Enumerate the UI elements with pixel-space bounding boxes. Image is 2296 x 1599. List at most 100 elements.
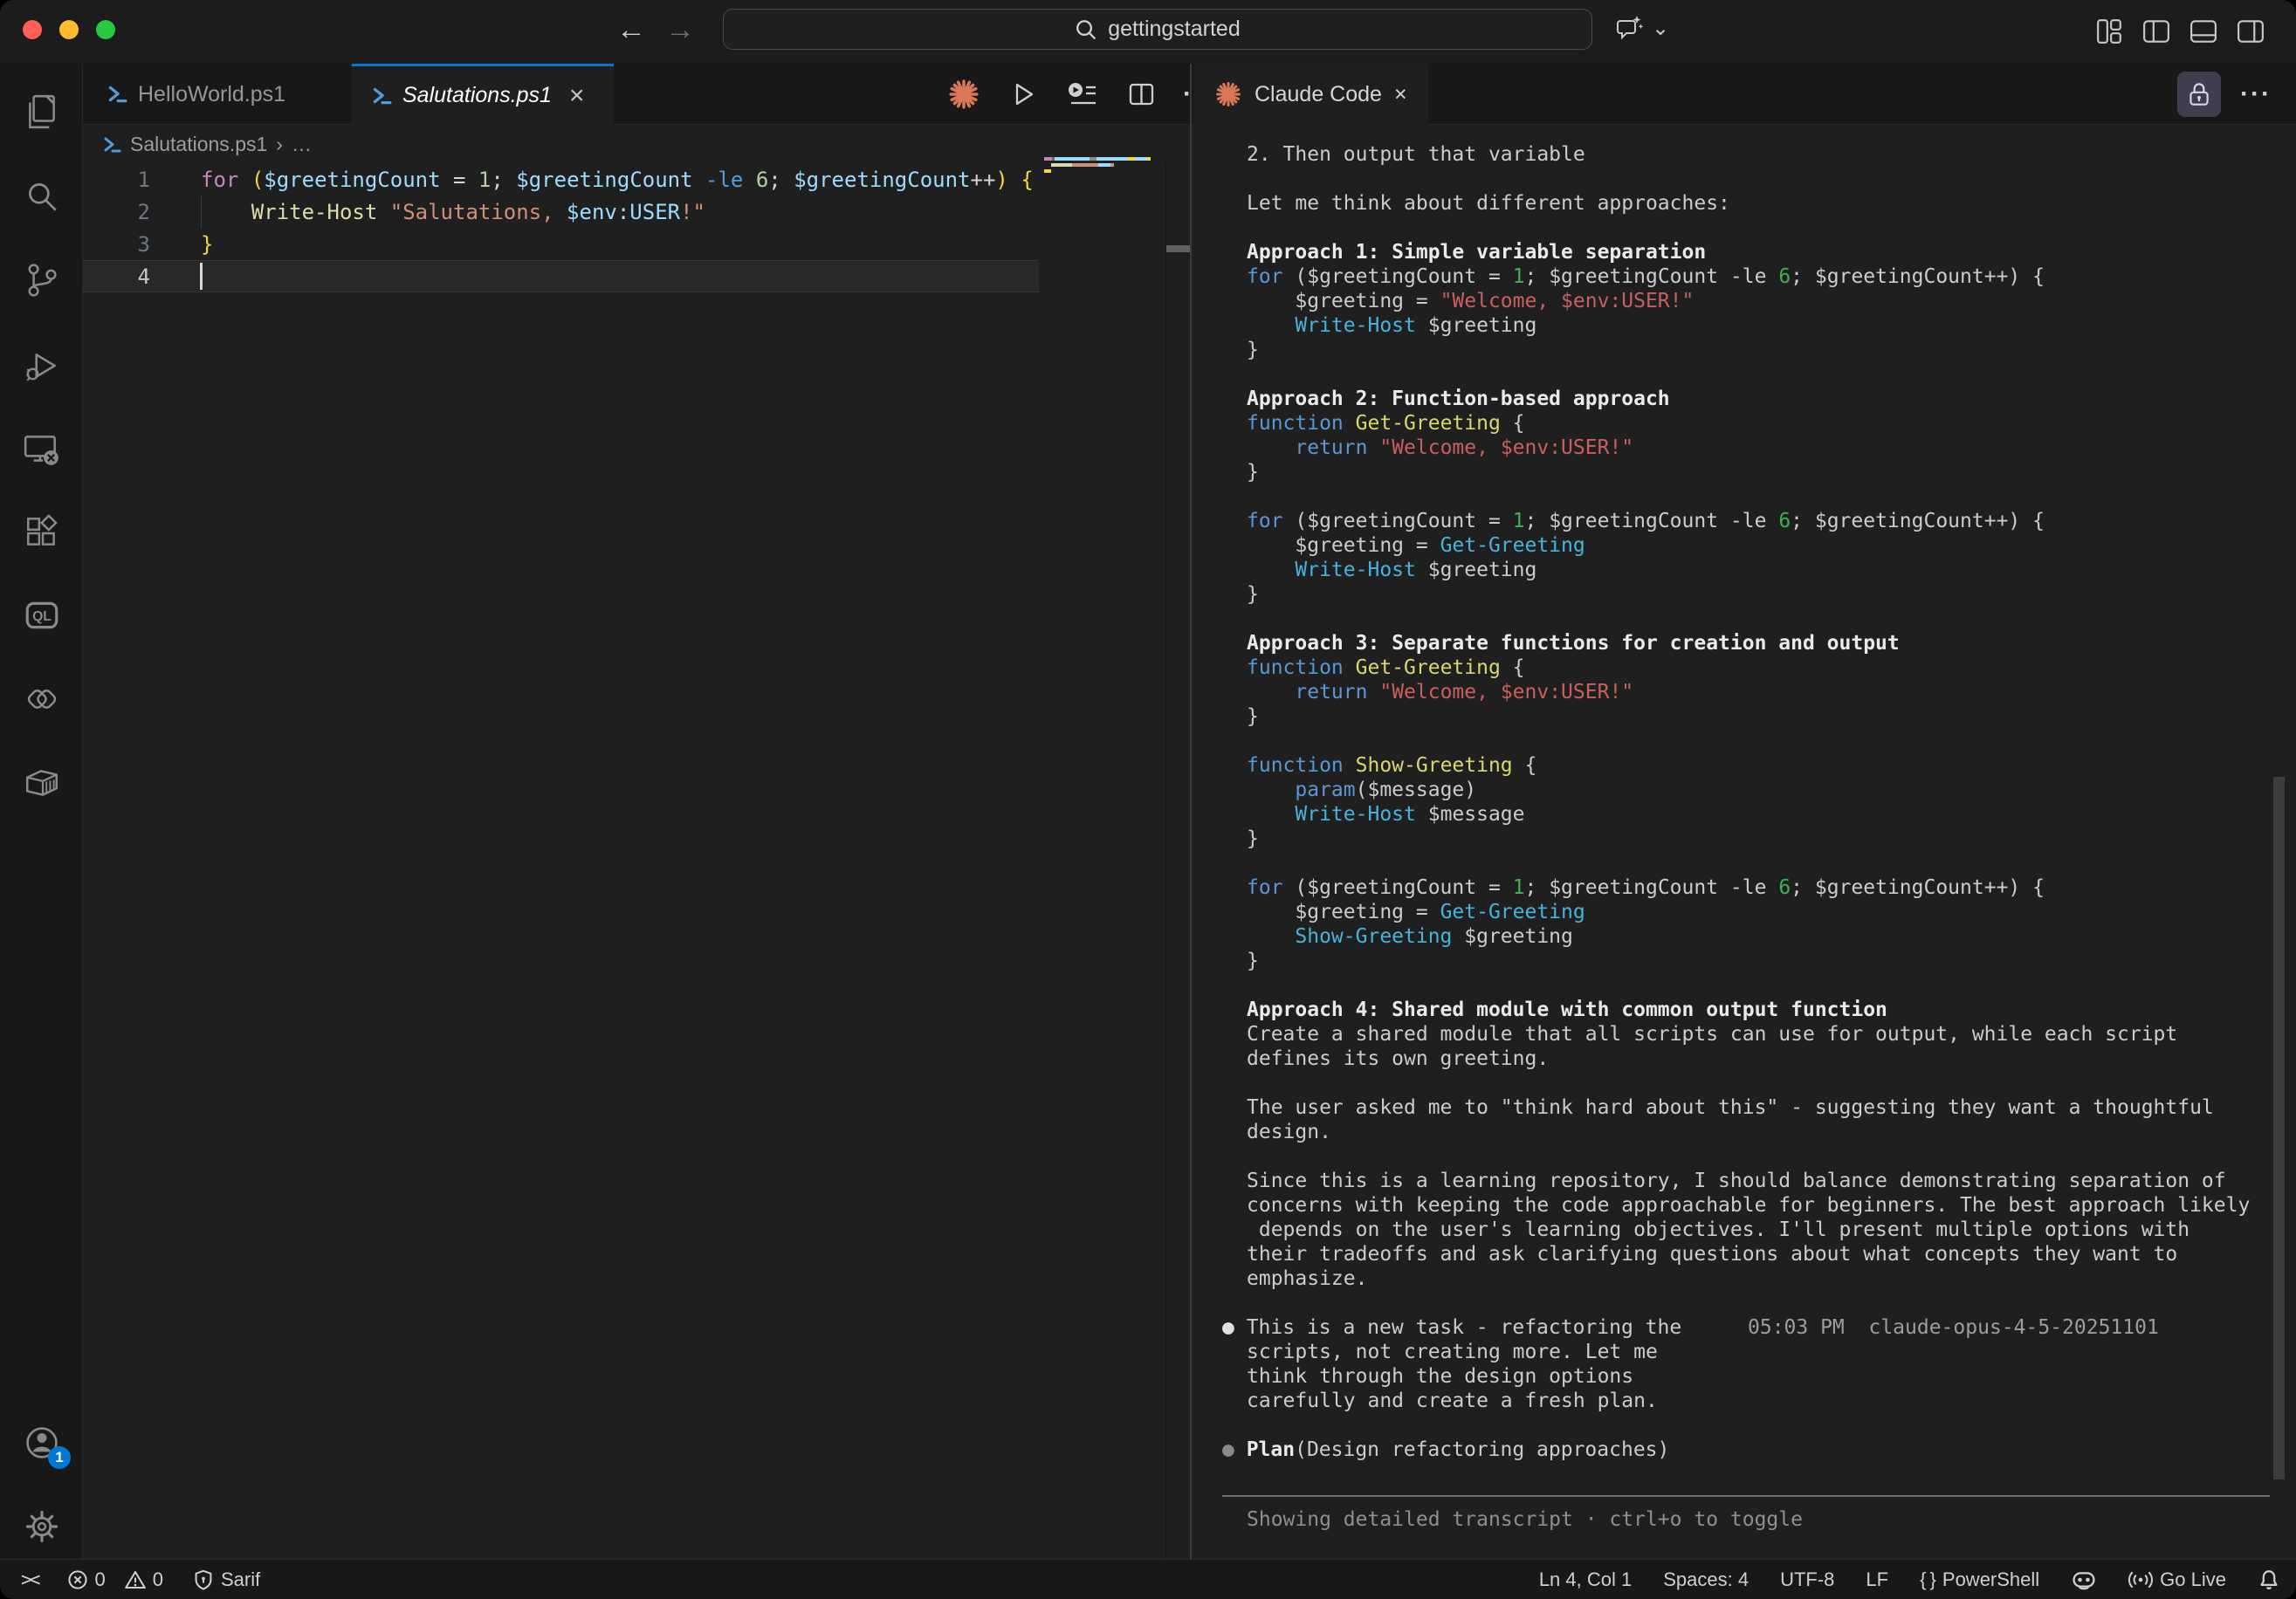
breadcrumb-more[interactable]: … xyxy=(292,133,312,156)
customize-layout-icon[interactable] xyxy=(2095,17,2123,45)
more-actions-icon[interactable]: ··· xyxy=(2240,79,2272,109)
lock-icon xyxy=(2187,80,2211,108)
transcript-line: Write-Host $greeting xyxy=(1247,558,2281,582)
problems-status[interactable]: 0 0 xyxy=(67,1568,164,1591)
toggle-primary-sidebar-icon[interactable] xyxy=(2142,17,2170,45)
tab-claude-code[interactable]: Claude Code × xyxy=(1193,64,1428,125)
editor[interactable]: 1 2 3 4 for ($greetingCount = 1; $greeti… xyxy=(83,164,1190,1559)
tab-salutations[interactable]: Salutations.ps1 × xyxy=(352,64,614,125)
run-icon[interactable] xyxy=(1007,79,1038,110)
copilot-status[interactable] xyxy=(2071,1568,2097,1592)
search-value: gettingstarted xyxy=(1108,17,1241,42)
transcript-line: } xyxy=(1247,949,2281,973)
transcript-line: function Show-Greeting { xyxy=(1247,753,2281,778)
indentation-status[interactable]: Spaces: 4 xyxy=(1663,1568,1749,1591)
claude-icon xyxy=(1214,80,1242,108)
transcript-line: think through the design options xyxy=(1247,1364,2281,1389)
transcript-line: Approach 2: Function-based approach xyxy=(1247,387,2281,411)
search-icon xyxy=(1075,18,1097,41)
source-control-icon[interactable] xyxy=(0,252,83,308)
links-icon[interactable] xyxy=(0,671,83,727)
run-debug-icon[interactable] xyxy=(0,338,83,394)
transcript-line: Approach 4: Shared module with common ou… xyxy=(1247,998,2281,1022)
notifications-status[interactable] xyxy=(2258,1568,2280,1591)
message-meta: 05:03 PM claude-opus-4-5-20251101 xyxy=(1748,1315,2159,1340)
transcript-line: function Get-Greeting { xyxy=(1247,655,2281,680)
transcript-footer: Showing detailed transcript · ctrl+o to … xyxy=(1247,1508,1803,1531)
search-icon[interactable] xyxy=(0,169,83,225)
breadcrumb-file[interactable]: Salutations.ps1 xyxy=(130,133,267,156)
codeql-icon[interactable]: QL xyxy=(0,587,83,643)
language-mode-status[interactable]: { } PowerShell xyxy=(1920,1568,2039,1591)
line-number: 2 xyxy=(83,196,150,229)
minimize-window-button[interactable] xyxy=(59,20,79,39)
forward-arrow[interactable]: → xyxy=(665,10,695,49)
close-window-button[interactable] xyxy=(23,20,42,39)
activity-bar: QL 1 xyxy=(0,64,83,1559)
transcript-line: } xyxy=(1247,704,2281,729)
minimap[interactable] xyxy=(1039,164,1165,1559)
panel-scrollbar[interactable] xyxy=(2273,777,2285,1479)
cursor-position-status[interactable]: Ln 4, Col 1 xyxy=(1539,1568,1632,1591)
transcript-line: their tradeoffs and ask clarifying quest… xyxy=(1247,1242,2281,1266)
transcript-line: Write-Host $message xyxy=(1247,802,2281,827)
remote-explorer-icon[interactable] xyxy=(0,421,83,477)
transcript-line: } xyxy=(1247,827,2281,851)
transcript-line: Create a shared module that all scripts … xyxy=(1247,1022,2281,1047)
transcript-line: scripts, not creating more. Let me xyxy=(1247,1340,2281,1364)
go-live-status[interactable]: Go Live xyxy=(2128,1568,2226,1591)
transcript-line: return "Welcome, $env:USER!" xyxy=(1247,680,2281,704)
code-line xyxy=(201,261,1034,293)
explorer-icon[interactable] xyxy=(0,84,83,140)
transcript-line: The user asked me to "think hard about t… xyxy=(1247,1095,2281,1120)
transcript-line: depends on the user's learning objective… xyxy=(1247,1218,2281,1242)
line-number-active: 4 xyxy=(83,261,150,293)
sarif-status[interactable]: Sarif xyxy=(193,1568,260,1591)
zoom-window-button[interactable] xyxy=(96,20,115,39)
line-col-label: Ln 4, Col 1 xyxy=(1539,1568,1632,1591)
transcript-line xyxy=(1247,607,2281,631)
toggle-panel-icon[interactable] xyxy=(2189,17,2217,45)
error-count: 0 xyxy=(95,1568,106,1591)
containers-icon[interactable] xyxy=(0,755,83,811)
transcript-line: } xyxy=(1247,582,2281,607)
minimap-line xyxy=(1051,163,1114,167)
remote-indicator[interactable]: >< xyxy=(21,1569,38,1591)
transcript[interactable]: 2. Then output that variableLet me think… xyxy=(1247,142,2281,1462)
copilot-chat-button[interactable]: ⌄ xyxy=(1613,12,1669,44)
code-line: for ($greetingCount = 1; $greetingCount … xyxy=(201,164,1034,196)
breadcrumb[interactable]: Salutations.ps1 › … xyxy=(83,125,1190,164)
transcript-line: function Get-Greeting { xyxy=(1247,411,2281,436)
settings-gear-icon[interactable] xyxy=(0,1499,83,1554)
encoding-status[interactable]: UTF-8 xyxy=(1780,1568,1834,1591)
split-editor-icon[interactable] xyxy=(1125,79,1157,110)
extensions-icon[interactable] xyxy=(0,504,83,560)
eol-status[interactable]: LF xyxy=(1866,1568,1888,1591)
text-cursor xyxy=(200,263,203,290)
minimap-line xyxy=(1044,157,1151,161)
transcript-line: design. xyxy=(1247,1120,2281,1144)
transcript-line: } xyxy=(1247,460,2281,484)
transcript-line xyxy=(1247,216,2281,240)
close-tab-icon[interactable]: × xyxy=(1394,82,1407,107)
transcript-line: for ($greetingCount = 1; $greetingCount … xyxy=(1247,875,2281,900)
account-badge: 1 xyxy=(48,1446,71,1469)
transcript-line: return "Welcome, $env:USER!" xyxy=(1247,436,2281,460)
remote-indicator-icon: >< xyxy=(21,1569,38,1591)
back-arrow[interactable]: ← xyxy=(616,10,646,49)
transcript-line: defines its own greeting. xyxy=(1247,1047,2281,1071)
claude-code-panel: Claude Code × ··· 2. Then output that va… xyxy=(1192,64,2296,1559)
overview-ruler[interactable] xyxy=(1165,164,1190,1559)
language-label: PowerShell xyxy=(1942,1568,2039,1591)
command-center-search[interactable]: gettingstarted xyxy=(723,9,1592,50)
error-icon xyxy=(67,1569,88,1590)
close-tab-icon[interactable]: × xyxy=(569,81,585,111)
lock-button[interactable] xyxy=(2177,72,2221,117)
claude-icon[interactable] xyxy=(947,78,980,111)
transcript-line: param($message) xyxy=(1247,778,2281,802)
run-with-list-icon[interactable] xyxy=(1064,79,1099,110)
code-area[interactable]: for ($greetingCount = 1; $greetingCount … xyxy=(201,164,1034,293)
toggle-secondary-sidebar-icon[interactable] xyxy=(2237,17,2265,45)
tab-helloworld[interactable]: HelloWorld.ps1 xyxy=(87,64,352,125)
account-icon[interactable]: 1 xyxy=(0,1415,83,1471)
